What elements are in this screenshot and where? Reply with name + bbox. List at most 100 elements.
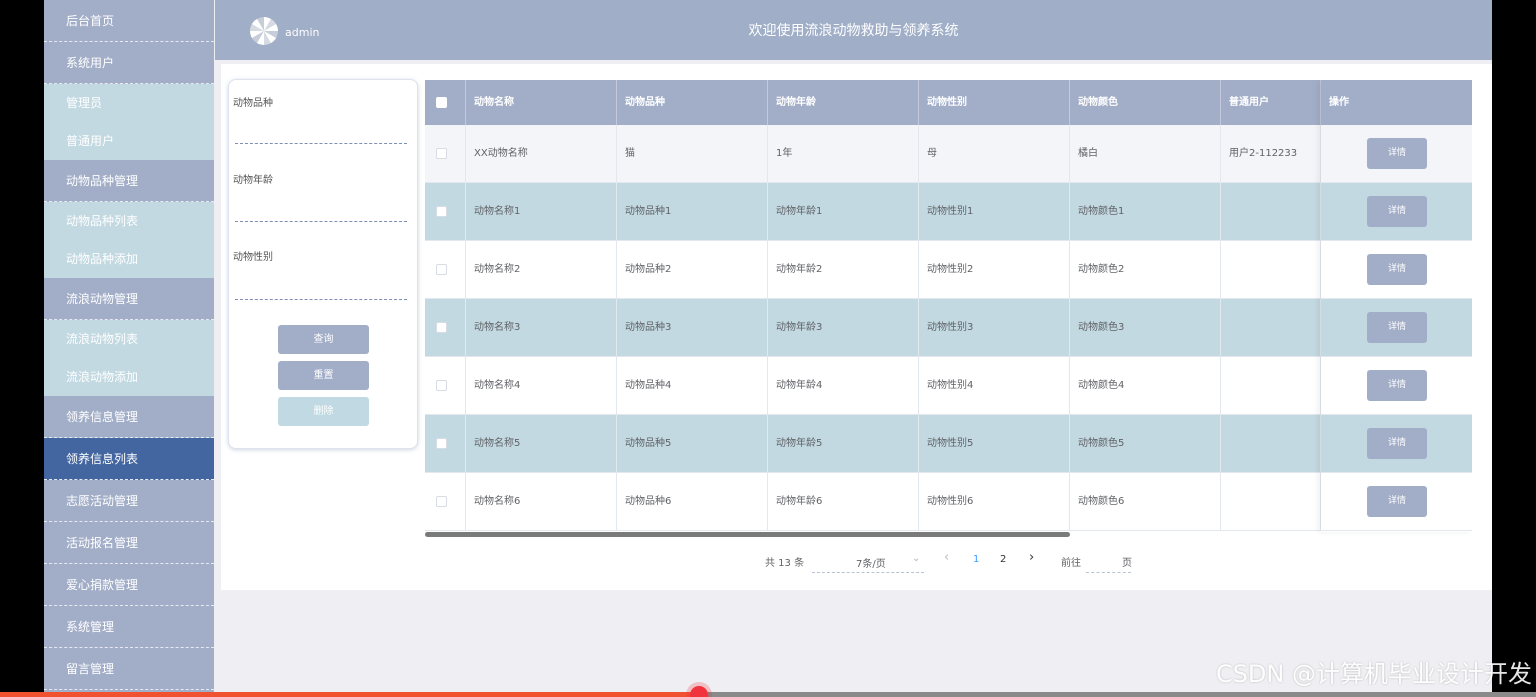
- sidebar-item[interactable]: 爱心捐款管理: [44, 564, 214, 606]
- detail-button[interactable]: 详情: [1367, 254, 1427, 285]
- table-cell: [1221, 415, 1321, 473]
- page-number-2[interactable]: 2: [1000, 554, 1006, 570]
- table-cell: 猫: [617, 125, 768, 183]
- table-cell: [1221, 241, 1321, 299]
- table-cell: 动物性别5: [919, 415, 1070, 473]
- row-checkbox-cell: [425, 473, 466, 531]
- table-cell: 动物颜色5: [1070, 415, 1221, 473]
- detail-button[interactable]: 详情: [1367, 196, 1427, 227]
- table-cell: 动物颜色1: [1070, 183, 1221, 241]
- detail-button[interactable]: 详情: [1367, 138, 1427, 169]
- sidebar-item[interactable]: 留言管理: [44, 648, 214, 690]
- prev-page-icon[interactable]: ‹: [944, 550, 949, 566]
- delete-button[interactable]: 删除: [278, 397, 369, 426]
- table-header: 动物名称 动物品种 动物年龄 动物性别 动物颜色 普通用户 操作: [425, 80, 1472, 125]
- detail-button[interactable]: 详情: [1367, 370, 1427, 401]
- table-cell: 橘白: [1070, 125, 1221, 183]
- table-cell: 动物品种1: [617, 183, 768, 241]
- row-checkbox-cell: [425, 357, 466, 415]
- table-cell: 动物年龄6: [768, 473, 919, 531]
- sidebar-item[interactable]: 领养信息列表: [44, 438, 214, 480]
- table-cell: 动物年龄4: [768, 357, 919, 415]
- sidebar-item[interactable]: 志愿活动管理: [44, 480, 214, 522]
- col-header-gender[interactable]: 动物性别: [919, 80, 1070, 125]
- age-label: 动物年龄: [233, 175, 273, 186]
- sidebar-item[interactable]: 动物品种列表: [44, 202, 214, 240]
- page-size-select[interactable]: 7条/页 ⌄: [812, 553, 924, 573]
- table-cell: [1221, 357, 1321, 415]
- row-checkbox-cell: [425, 241, 466, 299]
- table-row[interactable]: 动物名称1 动物品种1 动物年龄1 动物性别1 动物颜色1 详情: [425, 183, 1472, 241]
- age-input[interactable]: [235, 221, 407, 222]
- table-cell: 动物名称3: [466, 299, 617, 357]
- goto-label: 前往: [1061, 558, 1081, 569]
- sidebar-item[interactable]: 系统管理: [44, 606, 214, 648]
- sidebar-item[interactable]: 管理员: [44, 84, 214, 122]
- page-number-1[interactable]: 1: [973, 554, 979, 570]
- select-all-checkbox[interactable]: [436, 97, 447, 108]
- horizontal-scrollbar[interactable]: [425, 532, 1070, 537]
- row-checkbox[interactable]: [436, 322, 447, 333]
- col-header-breed[interactable]: 动物品种: [617, 80, 768, 125]
- row-checkbox-cell: [425, 299, 466, 357]
- sidebar: 后台首页 系统用户 管理员 普通用户 动物品种管理 动物品种列表 动物品种添加 流浪动物管理流…: [44, 0, 214, 697]
- sidebar-item[interactable]: 系统用户: [44, 42, 214, 84]
- table-cell: 动物颜色6: [1070, 473, 1221, 531]
- table-row[interactable]: XX动物名称猫 1年母橘白 用户2-112233 详情: [425, 125, 1472, 183]
- row-checkbox[interactable]: [436, 496, 447, 507]
- breed-input[interactable]: [235, 143, 407, 144]
- table-cell: 动物品种4: [617, 357, 768, 415]
- col-header-user[interactable]: 普通用户: [1221, 80, 1321, 125]
- row-checkbox[interactable]: [436, 148, 447, 159]
- detail-button[interactable]: 详情: [1367, 428, 1427, 459]
- table-cell: 动物名称5: [466, 415, 617, 473]
- table-cell: 动物性别4: [919, 357, 1070, 415]
- sidebar-item[interactable]: 流浪动物管理: [44, 278, 214, 320]
- row-checkbox[interactable]: [436, 206, 447, 217]
- sidebar-item[interactable]: 活动报名管理: [44, 522, 214, 564]
- row-checkbox[interactable]: [436, 380, 447, 391]
- detail-button[interactable]: 详情: [1367, 486, 1427, 517]
- sidebar-item[interactable]: 领养信息管理: [44, 396, 214, 438]
- video-progress-handle[interactable]: [689, 686, 708, 697]
- breed-label: 动物品种: [233, 98, 273, 109]
- table-cell: 动物年龄2: [768, 241, 919, 299]
- col-header-age[interactable]: 动物年龄: [768, 80, 919, 125]
- sidebar-item[interactable]: 后台首页: [44, 0, 214, 42]
- watermark: CSDN @计算机毕业设计开发: [1215, 660, 1532, 688]
- table-cell: [1221, 183, 1321, 241]
- table-row[interactable]: 动物名称5 动物品种5 动物年龄5 动物性别5 动物颜色5 详情: [425, 415, 1472, 473]
- table-cell: 动物品种5: [617, 415, 768, 473]
- table-cell: 动物颜色4: [1070, 357, 1221, 415]
- sidebar-item[interactable]: 动物品种添加: [44, 240, 214, 278]
- gender-input[interactable]: [235, 299, 407, 300]
- gender-label: 动物性别: [233, 252, 273, 263]
- table-row[interactable]: 动物名称6 动物品种6 动物年龄6 动物性别6 动物颜色6 详情: [425, 473, 1472, 531]
- table-row[interactable]: 动物名称2 动物品种2 动物年龄2 动物性别2 动物颜色2 详情: [425, 241, 1472, 299]
- row-checkbox[interactable]: [436, 438, 447, 449]
- row-checkbox-cell: [425, 183, 466, 241]
- col-header-color[interactable]: 动物颜色: [1070, 80, 1221, 125]
- reset-button[interactable]: 重置: [278, 361, 369, 390]
- table-cell: 动物性别3: [919, 299, 1070, 357]
- pager-total: 共 13 条: [765, 558, 805, 569]
- table-row[interactable]: 动物名称3 动物品种3 动物年龄3 动物性别3 动物颜色3 详情: [425, 299, 1472, 357]
- sidebar-item[interactable]: 流浪动物添加: [44, 358, 214, 396]
- query-button[interactable]: 查询: [278, 325, 369, 354]
- table-cell: 动物品种6: [617, 473, 768, 531]
- table-cell: 动物名称4: [466, 357, 617, 415]
- col-header-actions: 操作: [1329, 97, 1349, 108]
- table-cell: 动物年龄1: [768, 183, 919, 241]
- table-cell: 动物性别2: [919, 241, 1070, 299]
- data-table: 动物名称 动物品种 动物年龄 动物性别 动物颜色 普通用户 操作 XX动物名称猫…: [425, 80, 1472, 538]
- sidebar-item[interactable]: 流浪动物列表: [44, 320, 214, 358]
- main-content: 动物品种 动物年龄 动物性别 查询 重置 删除 动物名称 动物品种 动物年龄 动…: [221, 64, 1492, 590]
- col-header-name[interactable]: 动物名称: [466, 80, 617, 125]
- detail-button[interactable]: 详情: [1367, 312, 1427, 343]
- sidebar-item[interactable]: 普通用户: [44, 122, 214, 160]
- table-row[interactable]: 动物名称4 动物品种4 动物年龄4 动物性别4 动物颜色4 详情: [425, 357, 1472, 415]
- next-page-icon[interactable]: ›: [1029, 550, 1034, 566]
- search-panel: 动物品种 动物年龄 动物性别 查询 重置 删除: [228, 79, 418, 449]
- sidebar-item[interactable]: 动物品种管理: [44, 160, 214, 202]
- row-checkbox[interactable]: [436, 264, 447, 275]
